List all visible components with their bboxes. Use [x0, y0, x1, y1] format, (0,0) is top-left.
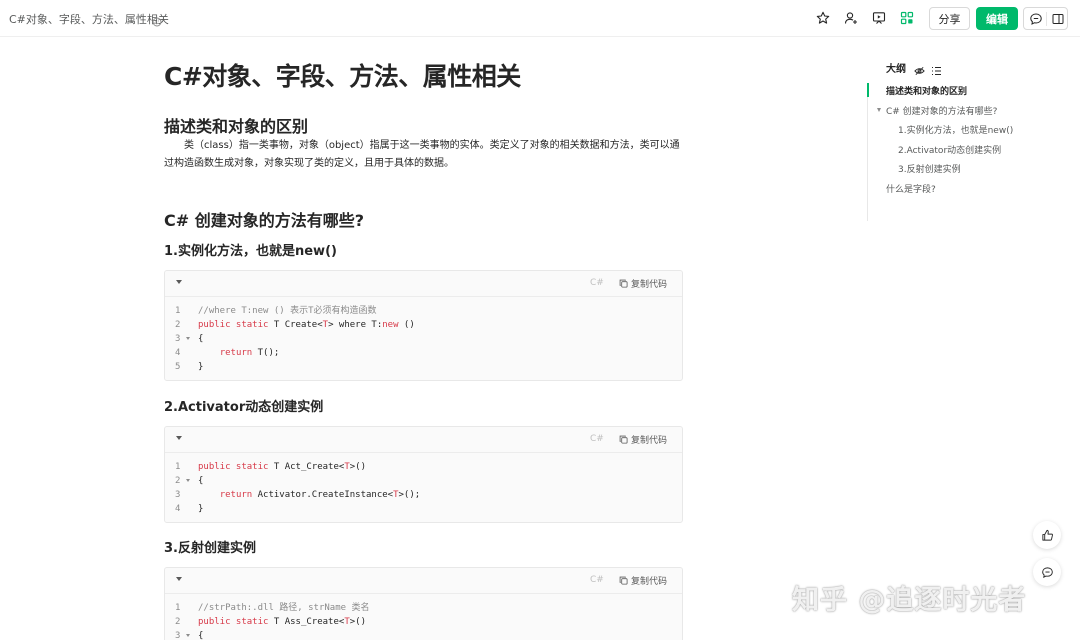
thumbs-up-icon: [1041, 529, 1053, 541]
section-heading: 描述类和对象的区别: [164, 117, 309, 136]
divider: [1046, 12, 1047, 26]
code-line: 4}: [165, 502, 682, 516]
line-number: 2: [175, 320, 181, 330]
star-icon[interactable]: [815, 10, 831, 26]
code-text: }: [198, 362, 204, 372]
code-body[interactable]: 1 //strPath:.dll 路径, strName 类名 2 public st…: [165, 594, 682, 640]
line-number: 3: [175, 490, 181, 500]
copy-code-label: 复制代码: [631, 577, 668, 587]
copy-code-button[interactable]: 复制代码: [619, 277, 667, 290]
code-text: return Activator.CreateInstance<T>();: [219, 490, 421, 500]
code-text: //strPath:.dll 路径, strName 类名: [198, 603, 370, 613]
line-number: 1: [175, 306, 181, 316]
code-block: C# 复制代码 1 //strPath:.dll 路径, strName 类名 2 p…: [164, 567, 683, 640]
fold-caret-icon[interactable]: [186, 337, 190, 340]
code-line: 3{: [165, 332, 682, 346]
line-number: 4: [175, 504, 181, 514]
copy-icon: [619, 435, 628, 444]
code-line: 5}: [165, 360, 682, 374]
fold-caret-icon[interactable]: [186, 634, 190, 637]
code-block: C# 复制代码 1 //where T:new () 表示T必须有构造函数 2 pub…: [164, 270, 683, 381]
code-body[interactable]: 1 //where T:new () 表示T必须有构造函数 2 public stat…: [165, 297, 682, 380]
code-text: public static T Create<T> where T:new (): [198, 320, 415, 330]
subsection-heading: 3.反射创建实例: [164, 541, 256, 556]
comment-button[interactable]: [1033, 558, 1061, 586]
outline-list-icon[interactable]: [931, 61, 942, 80]
code-text: public static T Ass_Create<T>(): [198, 617, 366, 627]
comment-icon[interactable]: [1029, 12, 1043, 26]
collapse-caret-icon[interactable]: [176, 280, 182, 284]
page-title: C#对象、字段、方法、属性相关: [164, 62, 521, 91]
line-number: 5: [175, 362, 181, 372]
code-block-header: C# 复制代码: [165, 568, 682, 594]
outline-active-indicator: [867, 83, 869, 97]
outline-item[interactable]: 描述类和对象的区别: [886, 84, 967, 97]
code-line: 1 //where T:new () 表示T必须有构造函数: [165, 304, 682, 318]
line-number: 1: [175, 603, 181, 613]
code-language: C#: [590, 278, 604, 288]
watermark: 知乎 @追逐时光者: [792, 585, 1027, 616]
share-button[interactable]: 分享: [929, 7, 970, 30]
outline-track: [867, 83, 868, 221]
smile-icon[interactable]: [152, 12, 162, 27]
top-bar: C#对象、字段、方法、属性相关 分享 编辑: [0, 0, 1080, 37]
add-user-icon[interactable]: [843, 10, 859, 26]
code-text: //where T:new () 表示T必须有构造函数: [198, 306, 377, 316]
outline-item[interactable]: 什么是字段?: [886, 182, 936, 195]
code-block: C# 复制代码 1 public static T Act_Create<T>()…: [164, 426, 683, 523]
outline-item[interactable]: 3.反射创建实例: [898, 162, 961, 175]
code-body[interactable]: 1 public static T Act_Create<T>() 2{3 retu…: [165, 453, 682, 522]
line-number: 2: [175, 617, 181, 627]
sidebar-toggle-icon[interactable]: [1051, 12, 1065, 26]
edit-button[interactable]: 编辑: [976, 7, 1018, 30]
code-language: C#: [590, 575, 604, 585]
apps-icon[interactable]: [899, 10, 915, 26]
code-text: }: [198, 504, 204, 514]
copy-code-button[interactable]: 复制代码: [619, 574, 667, 587]
like-button[interactable]: [1033, 521, 1061, 549]
code-text: public static T Act_Create<T>(): [198, 462, 366, 472]
code-line: 2 public static T Create<T> where T:new (…: [165, 318, 682, 332]
outline-expand-caret-icon[interactable]: [877, 108, 881, 112]
copy-code-label: 复制代码: [631, 280, 668, 290]
collapse-caret-icon[interactable]: [176, 436, 182, 440]
code-text: {: [198, 631, 204, 640]
subsection-heading: 1.实例化方法，也就是new(): [164, 244, 337, 259]
hide-outline-icon[interactable]: [914, 61, 925, 80]
code-line: 3{: [165, 629, 682, 640]
fold-caret-icon[interactable]: [186, 479, 190, 482]
subsection-heading: 2.Activator动态创建实例: [164, 400, 324, 415]
doc-title: C#对象、字段、方法、属性相关: [9, 13, 169, 26]
paragraph: 类（class）指一类事物，对象（object）指属于这一类事物的实体。类定义了…: [164, 140, 680, 169]
line-number: 1: [175, 462, 181, 472]
code-line: 2{: [165, 474, 682, 488]
line-number: 4: [175, 348, 181, 358]
outline-title: 大纲: [886, 64, 906, 75]
copy-code-button[interactable]: 复制代码: [619, 433, 667, 446]
copy-icon: [619, 576, 628, 585]
code-line: 1 public static T Act_Create<T>(): [165, 460, 682, 474]
code-text: return T();: [219, 348, 280, 358]
copy-icon: [619, 279, 628, 288]
code-text: {: [198, 334, 204, 344]
code-block-header: C# 复制代码: [165, 427, 682, 453]
code-line: 3 return Activator.CreateInstance<T>();: [165, 488, 682, 502]
comment-bubble-icon: [1041, 566, 1053, 578]
code-line: 2 public static T Ass_Create<T>(): [165, 615, 682, 629]
section-heading: C# 创建对象的方法有哪些?: [164, 211, 365, 230]
present-icon[interactable]: [871, 10, 887, 26]
code-line: 1 //strPath:.dll 路径, strName 类名: [165, 601, 682, 615]
outline-item[interactable]: 1.实例化方法，也就是new(): [898, 123, 1013, 136]
view-toggle-group: [1023, 7, 1068, 30]
outline-item[interactable]: C# 创建对象的方法有哪些?: [886, 104, 997, 117]
copy-code-label: 复制代码: [631, 436, 668, 446]
collapse-caret-icon[interactable]: [176, 577, 182, 581]
code-line: 4 return T();: [165, 346, 682, 360]
code-block-header: C# 复制代码: [165, 271, 682, 297]
code-language: C#: [590, 434, 604, 444]
code-text: {: [198, 476, 204, 486]
outline-item[interactable]: 2.Activator动态创建实例: [898, 143, 1001, 156]
